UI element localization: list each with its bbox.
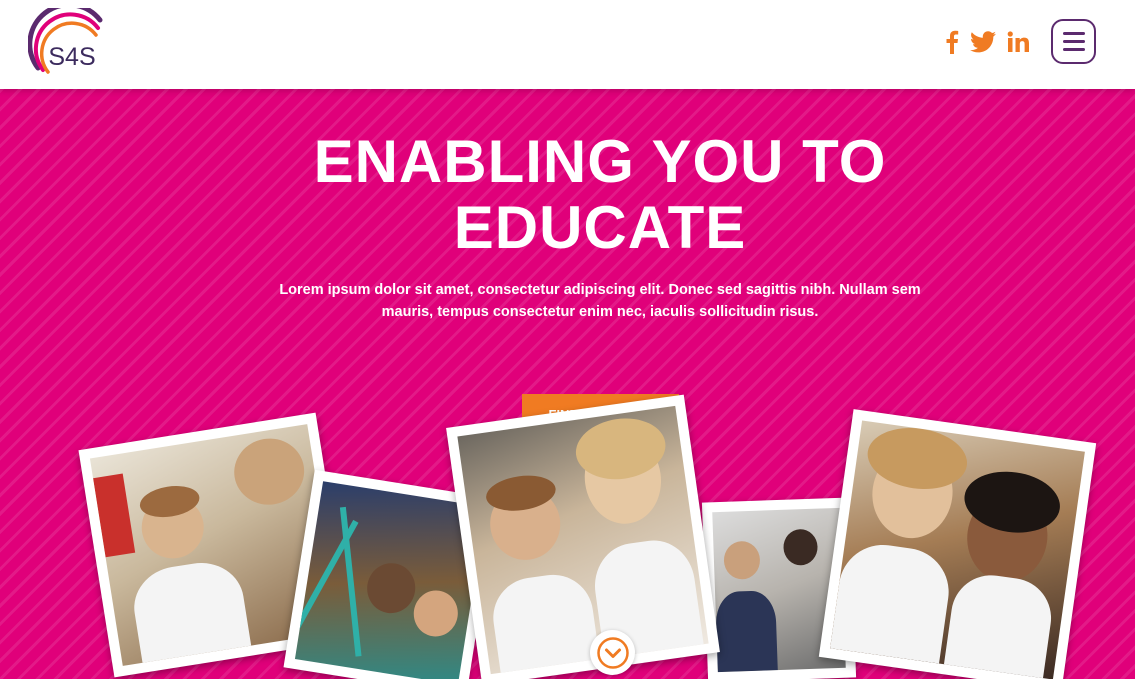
photo-girls-science bbox=[818, 409, 1097, 679]
linkedin-icon[interactable] bbox=[1004, 28, 1032, 56]
svg-text:S4S: S4S bbox=[48, 43, 95, 71]
menu-line bbox=[1062, 40, 1085, 43]
twitter-icon[interactable] bbox=[969, 28, 997, 56]
facebook-icon[interactable] bbox=[938, 28, 966, 56]
hero-title: ENABLING YOU TO EDUCATE bbox=[313, 128, 887, 261]
site-header: S4S bbox=[0, 0, 1135, 89]
menu-line bbox=[1062, 32, 1085, 35]
chevron-down-circle-icon[interactable] bbox=[590, 630, 635, 675]
menu-line bbox=[1062, 48, 1085, 51]
hero-subtitle: Lorem ipsum dolor sit amet, consectetur … bbox=[279, 282, 921, 320]
s4s-logo[interactable]: S4S bbox=[28, 8, 108, 80]
hamburger-menu-icon[interactable] bbox=[1051, 19, 1096, 64]
photo-children-listening bbox=[446, 394, 720, 679]
